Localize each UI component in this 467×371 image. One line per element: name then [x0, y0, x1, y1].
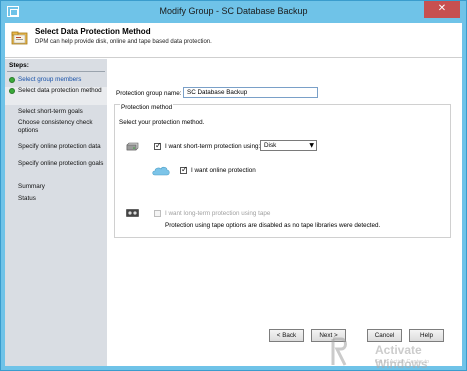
watermark-text: Activate Windows [375, 343, 428, 371]
protection-method-group: Protection method Select your protection… [114, 104, 451, 238]
window-title: Modify Group - SC Database Backup [159, 6, 308, 16]
step-label: Specify online protection data [18, 143, 101, 150]
step-label: Status [18, 195, 36, 202]
disk-icon [126, 142, 139, 151]
step-specify-online-protection-data[interactable]: Specify online protection data [5, 143, 107, 151]
tape-disabled-note: Protection using tape options are disabl… [165, 222, 381, 229]
steps-heading: Steps: [9, 62, 29, 69]
step-label: Specify online protection goals [18, 160, 104, 167]
cloud-icon [152, 166, 170, 176]
chevron-down-icon: ▼ [309, 142, 314, 149]
step-specify-online-protection-goals[interactable]: Specify online protection goals [5, 160, 107, 168]
back-button[interactable]: < Back [269, 329, 304, 342]
step-pending-icon [9, 109, 15, 115]
page-title: Select Data Protection Method [35, 27, 151, 36]
online-protection-checkbox[interactable] [180, 165, 188, 174]
step-status[interactable]: Status [5, 195, 107, 203]
short-term-method-dropdown[interactable]: Disk ▼ [260, 140, 317, 151]
folder-icon [11, 31, 28, 45]
step-label: Select data protection method [18, 87, 102, 94]
protection-group-name-label: Protection group name: [116, 90, 182, 97]
dropdown-value: Disk [264, 142, 277, 149]
protection-group-name-input[interactable]: SC Database Backup [183, 87, 318, 98]
group-legend: Protection method [120, 104, 174, 111]
step-select-data-protection-method[interactable]: Select data protection method [5, 87, 107, 105]
tape-icon [126, 209, 139, 217]
long-term-protection-checkbox[interactable] [154, 210, 161, 217]
step-select-group-members[interactable]: Select group members [5, 76, 107, 84]
step-label: Choose consistency check options [18, 119, 93, 134]
watermark-subtext: Go to Action Center to [375, 359, 430, 365]
steps-pane: Steps: Select group members Select data … [5, 59, 107, 366]
steps-divider [7, 71, 105, 72]
step-pending-icon [9, 144, 15, 150]
step-complete-icon [9, 77, 15, 83]
step-pending-icon [9, 120, 15, 126]
long-term-protection-label: I want long-term protection using tape [165, 210, 271, 217]
wizard-header: Select Data Protection Method DPM can he… [5, 23, 462, 58]
title-bar[interactable]: Modify Group - SC Database Backup ✕ [1, 1, 466, 23]
step-pending-icon [9, 161, 15, 167]
short-term-protection-checkbox[interactable] [154, 141, 162, 150]
step-current-icon [9, 88, 15, 94]
step-summary[interactable]: Summary [5, 183, 107, 191]
method-instruction: Select your protection method. [119, 119, 205, 126]
step-label: Select group members [18, 76, 82, 83]
step-choose-consistency-check[interactable]: Choose consistency check options [5, 119, 107, 135]
wizard-client-area: Select Data Protection Method DPM can he… [5, 23, 462, 366]
step-pending-icon [9, 196, 15, 202]
modify-group-window: Modify Group - SC Database Backup ✕ Sele… [0, 0, 467, 371]
step-pending-icon [9, 184, 15, 190]
step-select-short-term-goals[interactable]: Select short-term goals [5, 108, 107, 116]
step-label: Select short-term goals [18, 108, 83, 115]
short-term-protection-label: I want short-term protection using: [165, 143, 261, 150]
main-pane: Protection group name: SC Database Backu… [108, 59, 462, 366]
activation-watermark: Activate Windows Go to Action Center to [331, 337, 466, 371]
page-subtitle: DPM can help provide disk, online and ta… [35, 39, 212, 45]
close-button[interactable]: ✕ [424, 1, 460, 18]
watermark-logo-icon [331, 337, 347, 366]
step-label: Summary [18, 183, 45, 190]
online-protection-label: I want online protection [191, 167, 256, 174]
